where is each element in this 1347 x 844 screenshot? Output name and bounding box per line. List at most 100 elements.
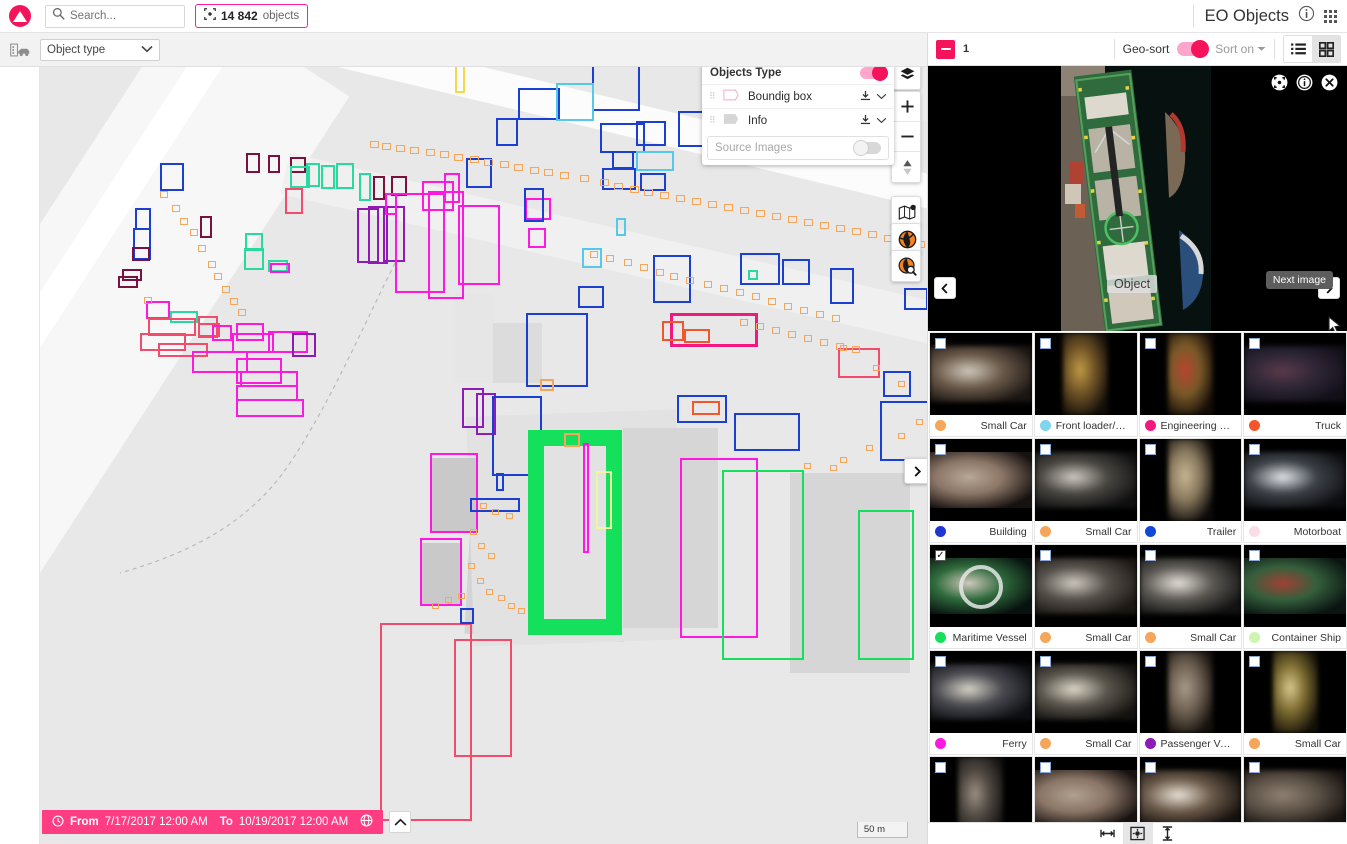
layer-row-info[interactable]: ⠿ Info	[702, 108, 894, 132]
compass-icon[interactable]	[892, 152, 920, 182]
fit-height-button[interactable]	[1152, 823, 1183, 844]
previous-image-button[interactable]	[934, 277, 956, 299]
remove-filter-badge[interactable]	[936, 39, 955, 59]
map-bounding-box[interactable]	[321, 165, 335, 189]
map-object-marker[interactable]	[518, 608, 525, 614]
zoom-in-icon[interactable]	[892, 92, 920, 122]
thumbnail-checkbox[interactable]	[1144, 550, 1156, 561]
chevron-down-icon[interactable]	[876, 115, 887, 127]
map-zoom-control[interactable]	[891, 91, 921, 183]
search-box[interactable]	[45, 4, 185, 28]
map-object-marker[interactable]	[488, 553, 495, 559]
map-object-marker[interactable]	[832, 315, 840, 322]
drag-handle-icon[interactable]: ⠿	[709, 116, 718, 125]
map-object-marker[interactable]	[898, 433, 905, 439]
thumbnail-card[interactable]: Building	[929, 438, 1033, 543]
map-object-marker[interactable]	[606, 255, 614, 262]
thumbnail-checkbox[interactable]	[1039, 656, 1051, 667]
thumbnail-checkbox[interactable]	[1249, 338, 1261, 349]
map-object-marker[interactable]	[544, 169, 553, 176]
thumbnail-card[interactable]: Passenger Vehi...	[1138, 650, 1243, 755]
map-object-marker[interactable]	[222, 286, 230, 293]
map-object-marker[interactable]	[470, 156, 479, 163]
map-bounding-box[interactable]	[292, 333, 316, 357]
map-object-marker[interactable]	[410, 147, 419, 154]
map-object-marker[interactable]	[816, 311, 824, 318]
thumbnail-card[interactable]: Truck	[1243, 332, 1347, 437]
map-bounding-box[interactable]	[636, 151, 674, 171]
map-bounding-box[interactable]	[118, 276, 138, 288]
map-next-button[interactable]	[904, 458, 927, 484]
geo-sort-toggle[interactable]	[1177, 40, 1210, 58]
map-object-marker[interactable]	[800, 307, 808, 314]
map-object-marker[interactable]	[500, 161, 509, 168]
map-object-marker[interactable]	[172, 205, 180, 212]
thumbnail-checkbox[interactable]	[1039, 762, 1051, 773]
map-object-marker[interactable]	[670, 273, 678, 280]
map-object-marker[interactable]	[756, 323, 764, 330]
map-object-marker[interactable]	[440, 151, 449, 158]
map-object-marker[interactable]	[656, 269, 664, 276]
map-bounding-box[interactable]	[132, 247, 150, 261]
map-bounding-box[interactable]	[236, 399, 304, 417]
map-object-marker[interactable]	[470, 529, 477, 535]
thumbnail-checkbox[interactable]	[935, 762, 946, 773]
map-object-marker[interactable]	[506, 513, 513, 519]
map-bounding-box[interactable]	[578, 286, 604, 308]
map-bounding-box[interactable]	[880, 401, 927, 461]
map-bounding-box[interactable]	[662, 321, 684, 341]
map-bounding-box[interactable]	[722, 470, 804, 660]
thumbnail-card[interactable]: Small Car	[1033, 438, 1138, 543]
map-bounding-box[interactable]	[420, 538, 462, 606]
map-bounding-box[interactable]	[212, 325, 232, 341]
thumbnail-card[interactable]: Small Car	[1033, 544, 1138, 649]
map-object-marker[interactable]	[492, 509, 499, 515]
info-circle-icon[interactable]	[1296, 74, 1313, 91]
map-object-marker[interactable]	[160, 191, 168, 198]
map-bounding-box[interactable]	[496, 473, 504, 491]
map-object-marker[interactable]	[868, 231, 877, 238]
drag-handle-icon[interactable]: ⠿	[709, 92, 718, 101]
map-object-marker[interactable]	[740, 319, 748, 326]
thumbnail-card[interactable]: Engineering Ve...	[1138, 332, 1243, 437]
map-bounding-box[interactable]	[748, 270, 758, 280]
thumbnail-card[interactable]: Ferry	[929, 650, 1033, 755]
thumbnail-checkbox[interactable]	[1249, 550, 1261, 561]
map-object-marker[interactable]	[873, 365, 880, 371]
map-object-marker[interactable]	[852, 346, 860, 353]
map-bounding-box[interactable]	[684, 329, 710, 343]
thumbnail-card[interactable]	[1243, 756, 1347, 822]
thumbnail-card[interactable]	[1138, 756, 1243, 822]
thumbnail-card[interactable]: Container Ship	[1243, 544, 1347, 649]
map-object-marker[interactable]	[498, 595, 505, 601]
thumbnail-card[interactable]: Small Car	[1138, 544, 1243, 649]
map-object-marker[interactable]	[736, 289, 744, 296]
map-object-marker[interactable]	[484, 159, 493, 166]
thumbnail-checkbox[interactable]	[935, 444, 946, 455]
layer-row-bounding-box[interactable]: ⠿ Boundig box	[702, 84, 894, 108]
map-object-marker[interactable]	[370, 141, 379, 148]
map-object-marker[interactable]	[208, 261, 216, 268]
map-bounding-box[interactable]	[592, 63, 640, 111]
apps-grid-icon[interactable]	[1324, 9, 1337, 23]
map-object-marker[interactable]	[784, 303, 792, 310]
map-bounding-box[interactable]	[336, 163, 354, 189]
objects-type-toggle[interactable]	[860, 65, 888, 81]
map-object-marker[interactable]	[704, 281, 712, 288]
map-object-marker[interactable]	[752, 293, 760, 300]
map-bounding-box[interactable]	[540, 379, 554, 391]
map-object-marker[interactable]	[468, 563, 475, 569]
map-bounding-box[interactable]	[616, 218, 626, 236]
map-object-marker[interactable]	[560, 172, 569, 179]
map-object-marker[interactable]	[624, 259, 632, 266]
map-object-marker[interactable]	[820, 222, 829, 229]
map-object-marker[interactable]	[840, 345, 847, 351]
map-bounding-box[interactable]	[458, 205, 500, 285]
map-bounding-box[interactable]	[306, 163, 320, 187]
source-images-toggle[interactable]	[853, 140, 881, 156]
map-object-marker[interactable]	[820, 339, 828, 346]
map-bounding-box[interactable]	[518, 88, 560, 120]
map-bounding-box[interactable]	[904, 288, 927, 310]
map-bounding-box[interactable]	[160, 163, 184, 191]
thumbnail-card[interactable]: Small Car	[1033, 650, 1138, 755]
